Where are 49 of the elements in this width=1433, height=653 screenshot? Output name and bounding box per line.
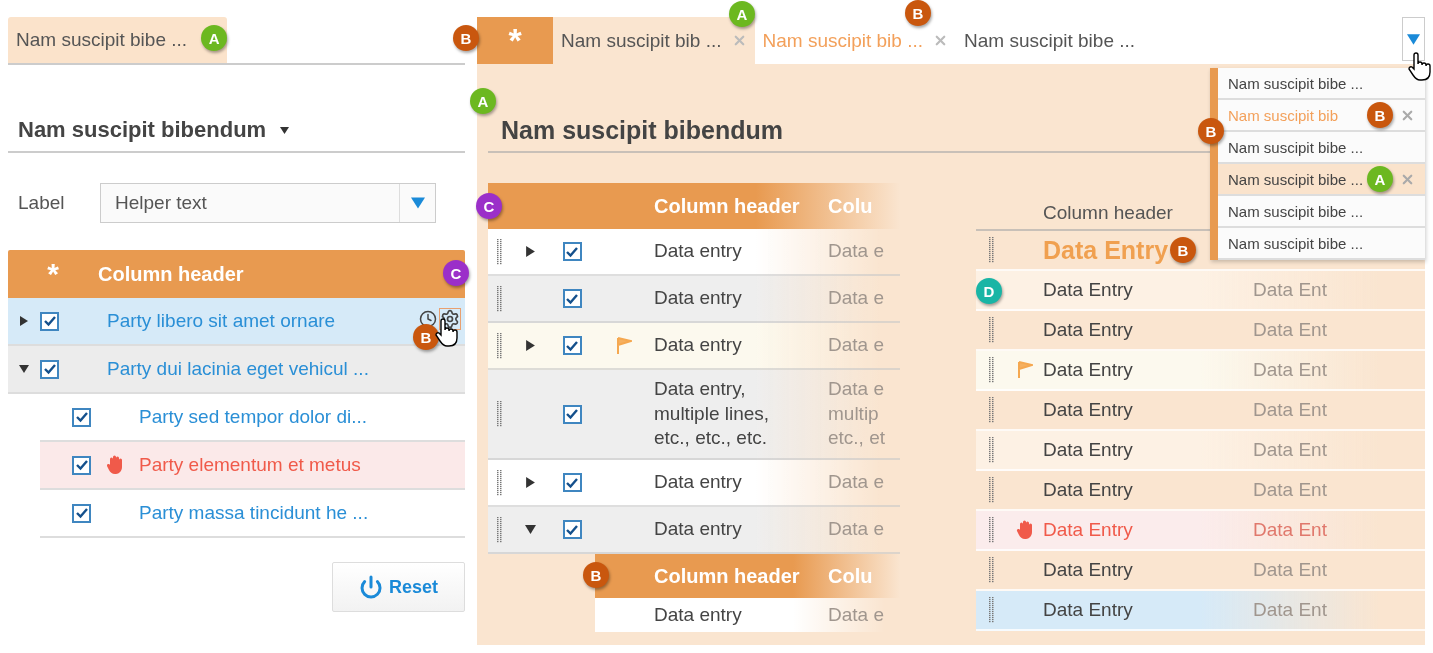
table-cell-text: Data entry bbox=[654, 239, 743, 264]
table-cell-text: Data entry bbox=[654, 333, 743, 358]
table-cell-text: Data Ent bbox=[1253, 517, 1327, 542]
annotation-badge: B bbox=[583, 562, 609, 588]
table-cell: Data e bbox=[828, 333, 884, 358]
table-cell-text: Data e bbox=[828, 602, 884, 627]
annotation-badge: B bbox=[1170, 237, 1196, 263]
table-cell-text: Data entry bbox=[654, 286, 743, 311]
annotation-badge: B bbox=[413, 324, 439, 350]
table-cell-text: Data Entry bbox=[1043, 517, 1133, 542]
table-cell-text: Data Ent bbox=[1253, 397, 1327, 422]
table-cell: Data e bbox=[828, 239, 884, 264]
annotation-badge: C bbox=[476, 193, 502, 219]
table-cell: Data e bbox=[828, 517, 884, 542]
table-cell-text: Data Ent bbox=[1253, 357, 1327, 382]
annotation-badge: A bbox=[201, 25, 228, 51]
annotation-badge: A bbox=[1367, 166, 1393, 192]
table-cell-text: Data Ent bbox=[1253, 317, 1327, 342]
table-cell-text: Data Entry bbox=[1043, 317, 1133, 342]
annotation-badge: A bbox=[729, 1, 755, 27]
table-cell-text: Data Entry bbox=[1043, 437, 1133, 462]
table-cell-text: Data entry bbox=[654, 470, 743, 495]
table-cell-text: Data entry, multiple lines, etc., etc., etc. bbox=[654, 376, 771, 451]
section-title: Nam suscipit bibendum bbox=[18, 117, 267, 143]
table-cell-text: Data Entry bbox=[1043, 234, 1169, 266]
table-cell-text: Data Ent bbox=[1253, 557, 1327, 582]
annotation-badge: B bbox=[905, 0, 931, 26]
table-cell-text: Data Ent bbox=[1253, 277, 1327, 302]
table-cell: Data e bbox=[828, 470, 884, 495]
annotation-badge: B bbox=[453, 25, 479, 51]
annotation-badge: D bbox=[976, 278, 1002, 304]
table-cell-text: Data Entry bbox=[1043, 477, 1133, 502]
table-cell-text: Data entry bbox=[654, 517, 743, 542]
table-cell-text: Data Ent bbox=[1253, 597, 1327, 622]
annotation-badge: A bbox=[470, 88, 496, 114]
table-cell-text: Data Ent bbox=[1253, 477, 1327, 502]
table-cell-text: Data Entry bbox=[1043, 597, 1133, 622]
annotation-badge: B bbox=[1367, 102, 1393, 128]
table-cell-text: Data e multip etc., et bbox=[828, 376, 886, 451]
annotation-badge: B bbox=[1198, 118, 1224, 144]
annotation-badge: C bbox=[443, 260, 469, 286]
table-cell-text: Data Entry bbox=[1043, 357, 1133, 382]
table-cell-text: Data Ent bbox=[1253, 437, 1327, 462]
table-cell-text: Data Entry bbox=[1043, 557, 1133, 582]
table-cell-text: Data Entry bbox=[1043, 397, 1133, 422]
table-cell-text: Data entry bbox=[654, 602, 743, 627]
field-label: Label bbox=[17, 192, 66, 214]
table-cell: Data e bbox=[828, 286, 884, 311]
table-cell-text: Data Entry bbox=[1043, 277, 1133, 302]
